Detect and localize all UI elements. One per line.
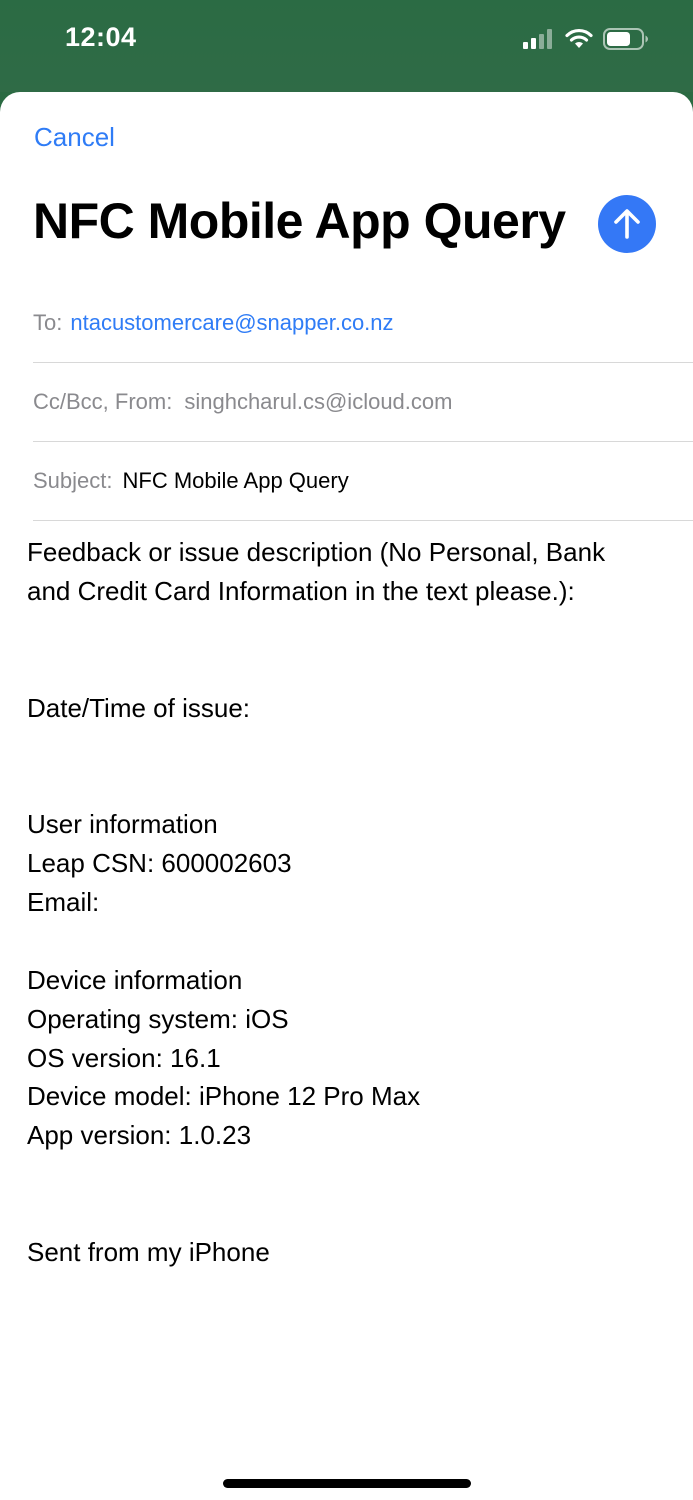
status-icons: [523, 28, 649, 50]
compose-title: NFC Mobile App Query: [33, 193, 566, 249]
cancel-button[interactable]: Cancel: [34, 122, 115, 153]
feedback-line-2: and Credit Card Information in the text …: [27, 575, 575, 606]
from-address[interactable]: singhcharul.cs@icloud.com: [184, 389, 452, 415]
battery-icon: [603, 28, 648, 50]
email-line: Email:: [27, 887, 100, 918]
subject-label: Subject:: [33, 468, 113, 493]
cc-bcc-from-field[interactable]: Cc/Bcc, From: singhcharul.cs@icloud.com: [33, 363, 693, 442]
wifi-icon: [565, 28, 593, 48]
to-field[interactable]: To: ntacustomercare@snapper.co.nz: [33, 284, 693, 363]
compose-sheet: Cancel NFC Mobile App Query To: ntacusto…: [0, 92, 693, 1500]
home-indicator[interactable]: [223, 1479, 471, 1488]
feedback-line-1: Feedback or issue description (No Person…: [27, 537, 606, 567]
user-info-heading: User information: [27, 809, 218, 840]
arrow-up-icon: [614, 209, 640, 239]
app-version-line: App version: 1.0.23: [27, 1120, 252, 1151]
status-bar: 12:04: [0, 0, 693, 92]
device-info-heading: Device information: [27, 964, 243, 995]
os-version-line: OS version: 16.1: [27, 1042, 221, 1073]
os-line: Operating system: iOS: [27, 1003, 289, 1034]
subject-input[interactable]: NFC Mobile App Query: [123, 468, 349, 494]
send-button[interactable]: [598, 195, 656, 253]
signature-line: Sent from my iPhone: [27, 1237, 270, 1268]
date-time-line: Date/Time of issue:: [27, 692, 251, 723]
cc-bcc-from-label: Cc/Bcc, From:: [33, 389, 173, 414]
message-body[interactable]: Feedback or issue description (No Person…: [27, 533, 667, 1272]
status-time: 12:04: [65, 22, 137, 52]
cellular-signal-icon: [523, 29, 552, 49]
to-label: To:: [33, 310, 63, 335]
device-model-line: Device model: iPhone 12 Pro Max: [27, 1081, 421, 1112]
leap-csn-line: Leap CSN: 600002603: [27, 848, 292, 879]
subject-field[interactable]: Subject: NFC Mobile App Query: [33, 442, 693, 521]
to-recipient[interactable]: ntacustomercare@snapper.co.nz: [70, 310, 393, 336]
